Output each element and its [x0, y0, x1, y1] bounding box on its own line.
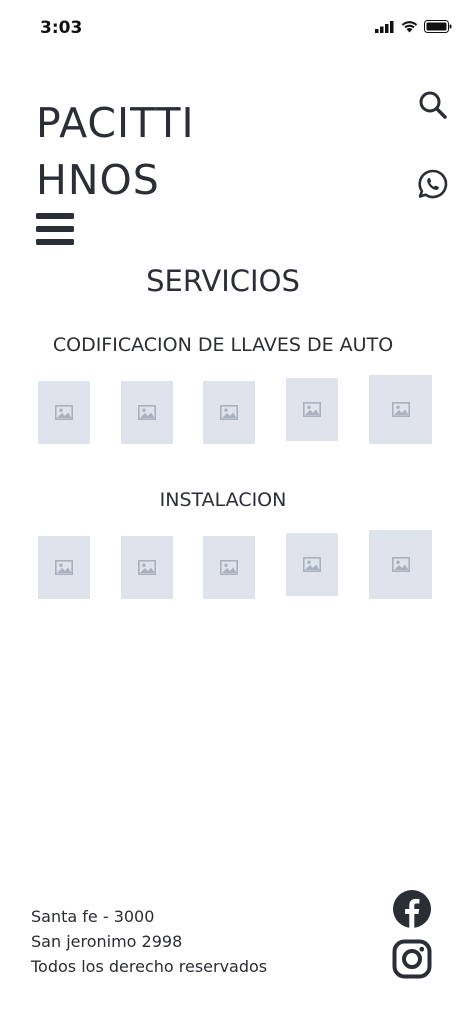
- image-placeholder-icon: [303, 557, 321, 572]
- page-title: SERVICIOS: [146, 264, 300, 298]
- image-placeholder[interactable]: [121, 536, 173, 599]
- image-placeholder[interactable]: [38, 381, 90, 444]
- image-placeholder-icon: [138, 405, 156, 420]
- footer-address-street: San jeronimo 2998: [31, 932, 183, 951]
- image-placeholder[interactable]: [286, 533, 338, 596]
- search-button[interactable]: [418, 90, 448, 120]
- status-time: 3:03: [40, 18, 83, 38]
- facebook-icon: [393, 890, 431, 928]
- section-title-codificacion: CODIFICACION DE LLAVES DE AUTO: [52, 334, 394, 356]
- image-placeholder[interactable]: [38, 536, 90, 599]
- image-placeholder-icon: [55, 560, 73, 575]
- image-placeholder[interactable]: [203, 381, 255, 444]
- image-placeholder-icon: [220, 405, 238, 420]
- battery-icon: [424, 20, 452, 33]
- image-placeholder-icon: [391, 402, 410, 417]
- status-icons: [375, 20, 452, 33]
- footer-address-city: Santa fe - 3000: [31, 907, 155, 926]
- brand-line-1: PACITTI: [36, 99, 195, 147]
- wifi-icon: [401, 21, 418, 33]
- image-placeholder[interactable]: [369, 375, 432, 444]
- instagram-icon: [392, 939, 432, 979]
- whatsapp-button[interactable]: [417, 168, 449, 201]
- search-icon: [419, 91, 447, 119]
- image-placeholder[interactable]: [286, 378, 338, 441]
- image-placeholder[interactable]: [203, 536, 255, 599]
- footer-copyright: Todos los derecho reservados: [31, 957, 268, 976]
- brand-logo-text[interactable]: PACITTI HNOS: [36, 95, 195, 209]
- signal-bars-icon: [375, 20, 394, 33]
- image-placeholder-icon: [55, 405, 73, 420]
- image-placeholder-icon: [220, 560, 238, 575]
- brand-line-2: HNOS: [36, 156, 160, 204]
- image-placeholder-icon: [391, 557, 410, 572]
- facebook-link[interactable]: [392, 889, 432, 933]
- image-placeholder-icon: [303, 402, 321, 417]
- section-title-instalacion: INSTALACION: [159, 489, 287, 511]
- image-placeholder-icon: [138, 560, 156, 575]
- hamburger-menu-icon: [36, 213, 74, 245]
- instagram-link[interactable]: [392, 939, 432, 983]
- whatsapp-icon: [418, 169, 448, 199]
- image-placeholder[interactable]: [369, 530, 432, 599]
- image-placeholder[interactable]: [121, 381, 173, 444]
- menu-button[interactable]: [36, 213, 74, 247]
